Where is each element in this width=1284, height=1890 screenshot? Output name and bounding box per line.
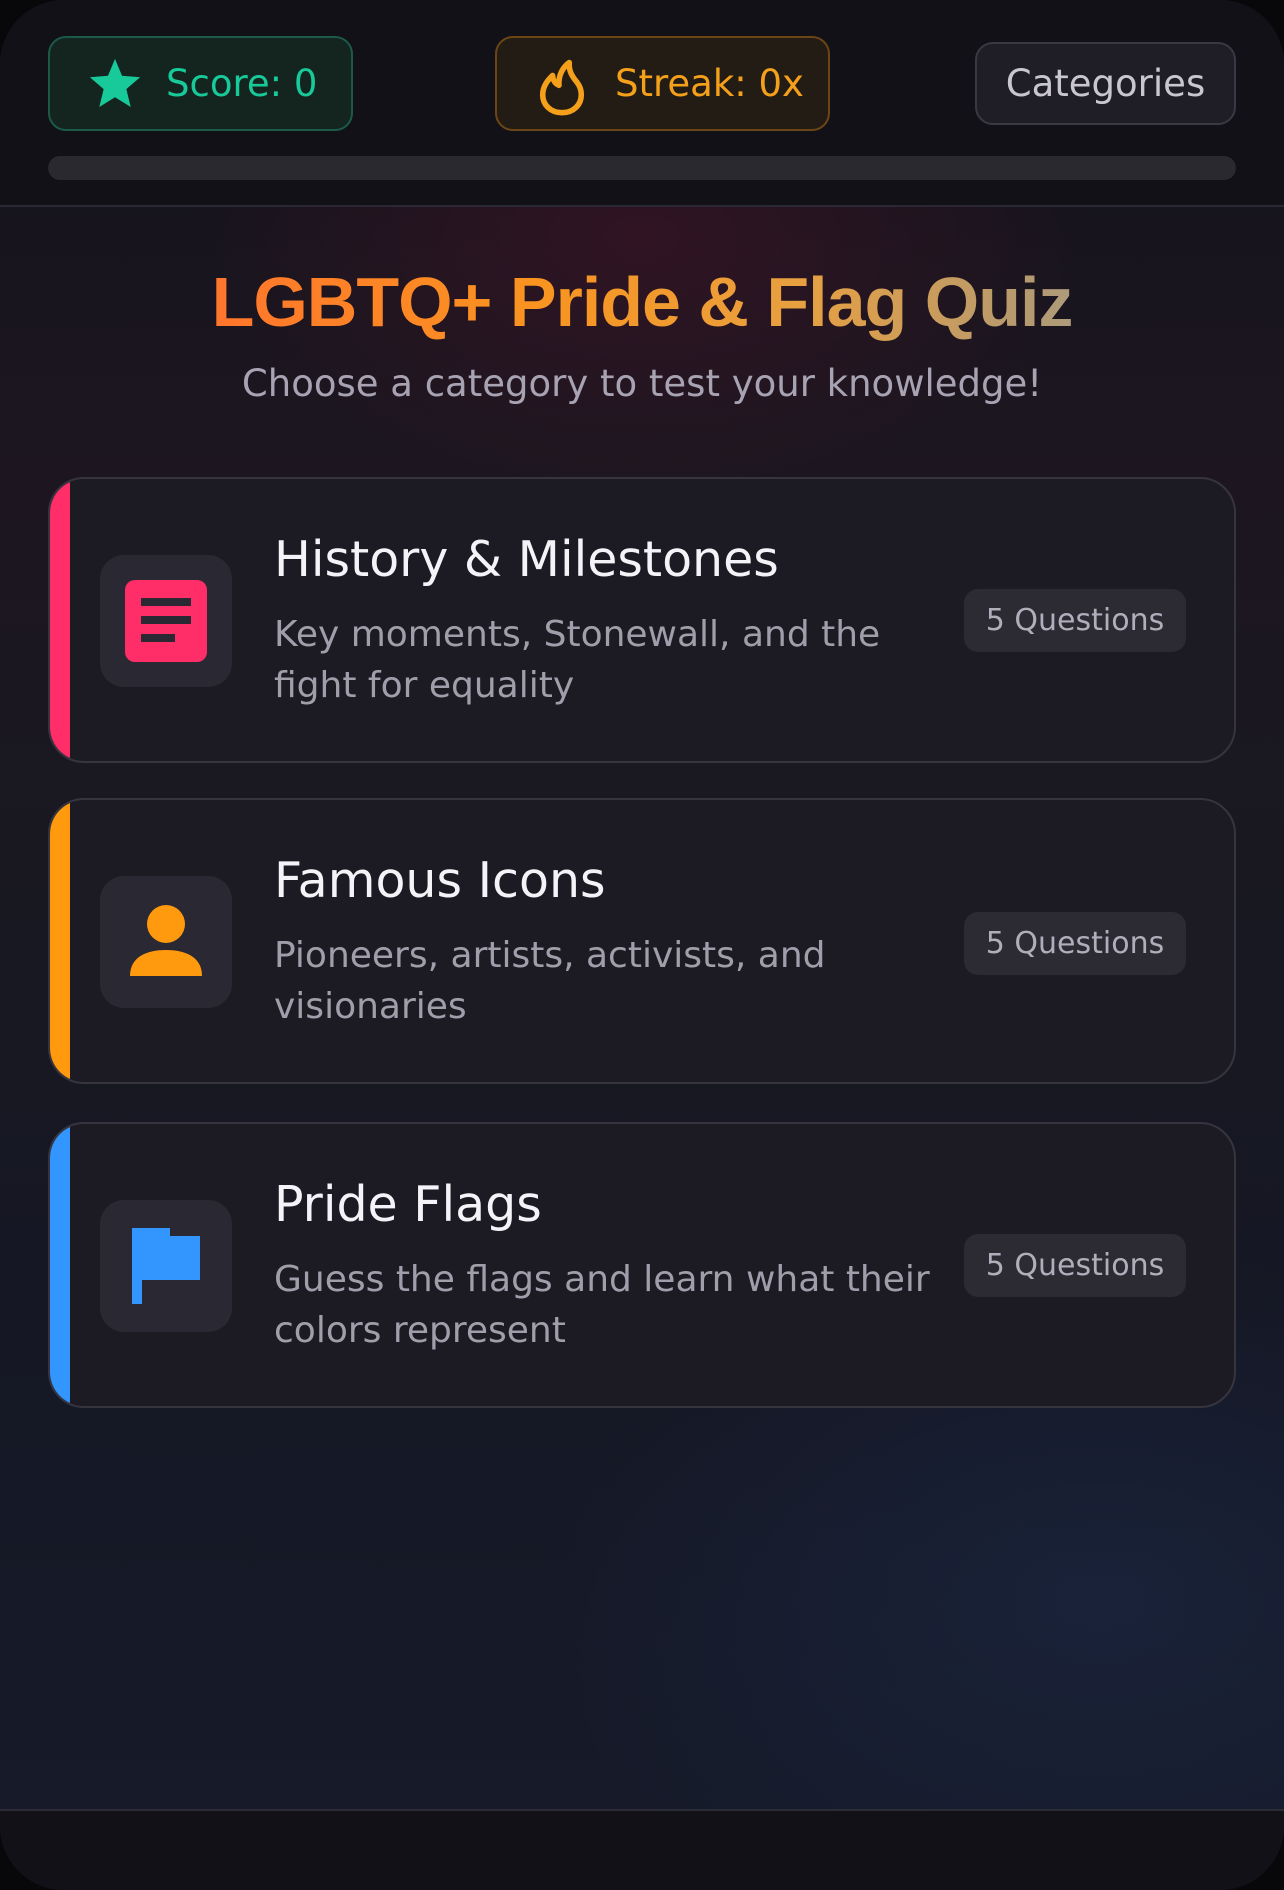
categories-button[interactable]: Categories <box>975 42 1236 125</box>
quiz-app: Score: 0 Streak: 0x Categories LGBTQ+ Pr… <box>0 0 1284 1890</box>
category-title: Famous Icons <box>274 852 606 909</box>
category-description: Guess the flags and learn what their col… <box>274 1259 930 1351</box>
card-accent-bar <box>50 479 70 761</box>
category-description: Pioneers, artists, activists, and vision… <box>274 935 826 1027</box>
footer-bar <box>0 1811 1284 1890</box>
quiz-progress-bar <box>48 156 1236 180</box>
flag-icon <box>132 1228 200 1304</box>
score-label: Score: 0 <box>166 62 318 105</box>
category-card-history[interactable]: History & Milestones Key moments, Stonew… <box>48 477 1236 763</box>
score-display: Score: 0 <box>48 36 353 131</box>
top-bar: Score: 0 Streak: 0x Categories <box>0 0 1284 207</box>
person-icon <box>130 905 202 976</box>
card-accent-bar <box>50 1124 70 1406</box>
flame-icon <box>539 59 585 116</box>
category-card-famous-icons[interactable]: Famous Icons Pioneers, artists, activist… <box>48 798 1236 1084</box>
category-icon-box <box>100 555 232 687</box>
card-accent-bar <box>50 800 70 1082</box>
category-icon-box <box>100 876 232 1008</box>
category-description: Key moments, Stonewall, and the fight fo… <box>274 614 881 706</box>
page-subtitle: Choose a category to test your knowledge… <box>241 362 1043 405</box>
question-count-badge: 5 Questions <box>964 912 1186 975</box>
category-icon-box <box>100 1200 232 1332</box>
document-icon <box>125 580 207 662</box>
question-count-badge: 5 Questions <box>964 1234 1186 1297</box>
star-icon <box>89 58 141 107</box>
streak-display: Streak: 0x <box>495 36 830 131</box>
category-card-pride-flags[interactable]: Pride Flags Guess the flags and learn wh… <box>48 1122 1236 1408</box>
page-title: LGBTQ+ Pride & Flag Quiz <box>0 262 1284 342</box>
category-title: Pride Flags <box>274 1176 542 1233</box>
question-count-badge: 5 Questions <box>964 589 1186 652</box>
category-title: History & Milestones <box>274 531 779 588</box>
streak-label: Streak: 0x <box>615 62 804 105</box>
